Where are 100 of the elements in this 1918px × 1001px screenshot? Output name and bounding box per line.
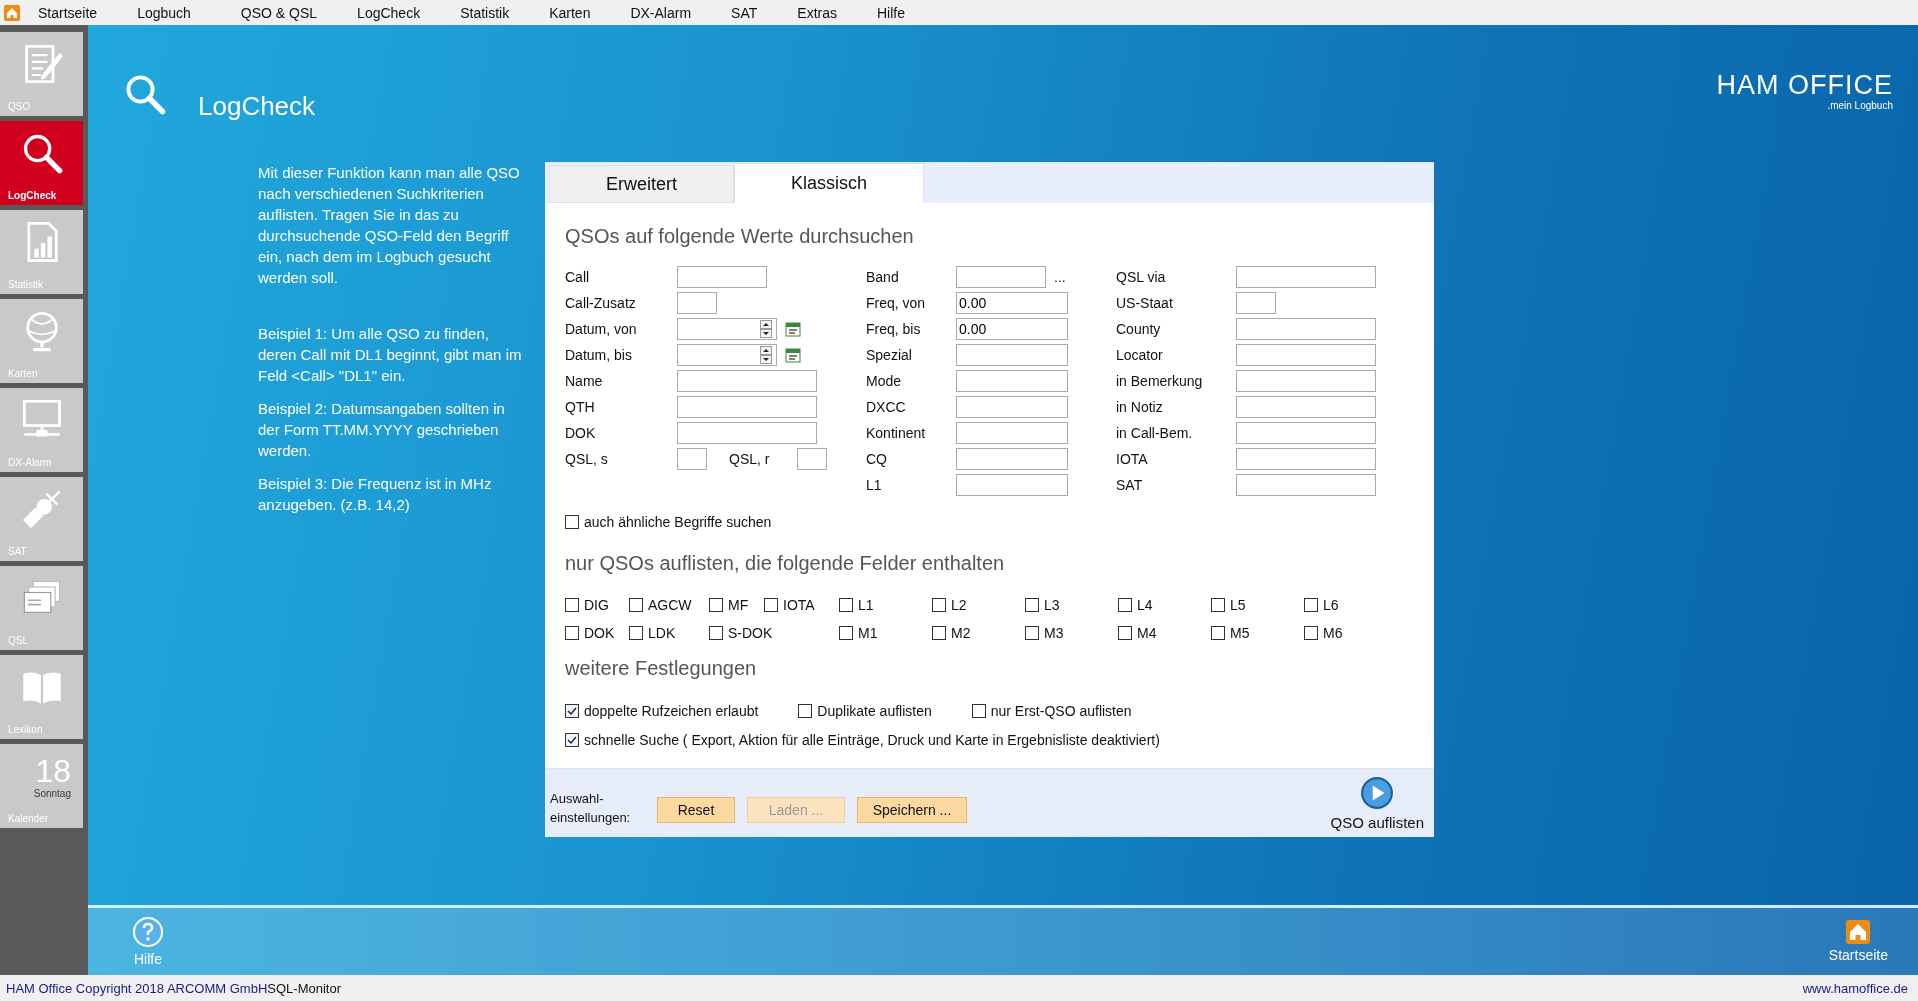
input-field[interactable] bbox=[956, 396, 1068, 418]
field-label: Kontinent bbox=[866, 425, 927, 441]
input-field[interactable] bbox=[1236, 318, 1376, 340]
checkbox[interactable] bbox=[565, 703, 579, 718]
field-label: in Notiz bbox=[1116, 399, 1164, 415]
action-button[interactable]: Reset bbox=[657, 797, 735, 823]
input-field[interactable] bbox=[1236, 396, 1376, 418]
checkbox-label: doppelte Rufzeichen erlaubt bbox=[584, 702, 759, 719]
checkbox[interactable] bbox=[629, 598, 643, 612]
date-field[interactable] bbox=[677, 318, 777, 340]
checkbox[interactable] bbox=[1025, 598, 1039, 612]
checkbox-label: IOTA bbox=[783, 597, 815, 613]
menu-item[interactable]: Logbuch bbox=[137, 4, 191, 21]
home-icon[interactable] bbox=[1846, 920, 1871, 944]
input-field[interactable] bbox=[1236, 292, 1276, 314]
input-field[interactable] bbox=[677, 396, 817, 418]
checkbox[interactable] bbox=[839, 598, 853, 612]
checkbox-label: L2 bbox=[951, 597, 967, 613]
checkbox[interactable] bbox=[798, 703, 813, 718]
field-label: Datum, von bbox=[565, 321, 638, 337]
checkbox-label: M4 bbox=[1137, 625, 1157, 641]
checkbox[interactable] bbox=[1025, 626, 1039, 640]
input-field[interactable] bbox=[1236, 422, 1376, 444]
field-label: CQ bbox=[866, 451, 888, 467]
date-field[interactable] bbox=[677, 344, 777, 366]
input-field[interactable] bbox=[1236, 266, 1376, 288]
checkbox[interactable] bbox=[971, 703, 986, 718]
input-field[interactable] bbox=[797, 448, 827, 470]
checkbox[interactable] bbox=[565, 515, 579, 529]
sidebar-tile[interactable]: LogCheck bbox=[0, 121, 83, 205]
checkbox[interactable] bbox=[1304, 626, 1318, 640]
menu-item[interactable]: Statistik bbox=[460, 4, 510, 21]
checkbox[interactable] bbox=[1211, 626, 1225, 640]
sql-monitor-text: SQL-Monitor bbox=[267, 980, 341, 996]
input-field[interactable] bbox=[677, 448, 707, 470]
spinner-icon[interactable] bbox=[760, 346, 772, 364]
input-field[interactable] bbox=[1236, 344, 1376, 366]
checkbox[interactable] bbox=[932, 626, 946, 640]
input-field[interactable] bbox=[956, 266, 1046, 288]
checkbox[interactable] bbox=[1304, 598, 1318, 612]
menu-item[interactable]: QSO & QSL bbox=[240, 4, 318, 21]
input-field[interactable] bbox=[956, 344, 1068, 366]
calendar-icon[interactable] bbox=[785, 321, 801, 337]
more-button[interactable]: ... bbox=[1054, 269, 1066, 285]
copyright-text: HAM Office Copyright 2018 ARCOMM GmbH bbox=[6, 980, 268, 996]
checkbox[interactable] bbox=[839, 626, 853, 640]
checkbox-label: S-DOK bbox=[728, 625, 773, 641]
checkbox-label: M1 bbox=[858, 625, 878, 641]
menu-item[interactable]: Karten bbox=[549, 4, 591, 21]
menu-item[interactable]: Extras bbox=[797, 4, 837, 21]
action-button[interactable]: Speichern ... bbox=[857, 797, 967, 823]
home-label[interactable]: Startseite bbox=[1828, 947, 1888, 963]
checkbox-label: Duplikate auflisten bbox=[817, 702, 932, 719]
checkbox[interactable] bbox=[565, 626, 579, 640]
input-field[interactable] bbox=[956, 474, 1068, 496]
input-field[interactable] bbox=[1236, 370, 1376, 392]
tab[interactable]: Erweitert bbox=[549, 165, 734, 203]
checkbox[interactable] bbox=[764, 598, 778, 612]
checkbox[interactable] bbox=[709, 598, 723, 612]
checkbox[interactable] bbox=[709, 626, 723, 640]
menu-item[interactable]: SAT bbox=[731, 4, 758, 21]
input-field[interactable] bbox=[677, 292, 717, 314]
section-heading: weitere Festlegungen bbox=[565, 657, 758, 680]
input-field[interactable]: 0.00 bbox=[956, 318, 1068, 340]
help-icon[interactable] bbox=[132, 916, 164, 948]
tab[interactable]: Klassisch bbox=[734, 163, 924, 203]
play-icon[interactable] bbox=[1360, 775, 1395, 810]
input-field[interactable] bbox=[677, 266, 767, 288]
menu-item[interactable]: LogCheck bbox=[357, 4, 421, 21]
page-title: LogCheck bbox=[198, 91, 316, 122]
checkbox-label: LDK bbox=[648, 625, 676, 641]
checkbox[interactable] bbox=[565, 598, 579, 612]
field-label: Call bbox=[565, 269, 591, 285]
spinner-icon[interactable] bbox=[760, 320, 772, 338]
menu-item[interactable]: Hilfe bbox=[877, 4, 905, 21]
input-field[interactable]: 0.00 bbox=[956, 292, 1068, 314]
input-field[interactable] bbox=[956, 422, 1068, 444]
checkbox[interactable] bbox=[1118, 598, 1132, 612]
home-icon[interactable] bbox=[4, 4, 20, 21]
input-field[interactable] bbox=[677, 422, 817, 444]
website-link[interactable]: www.hamoffice.de bbox=[1802, 980, 1908, 996]
input-field[interactable] bbox=[677, 370, 817, 392]
input-field[interactable] bbox=[956, 448, 1068, 470]
menu-item[interactable]: DX-Alarm bbox=[630, 4, 692, 21]
field-label: County bbox=[1116, 321, 1162, 337]
menu-item[interactable]: Startseite bbox=[38, 4, 98, 21]
checkbox[interactable] bbox=[565, 732, 579, 747]
calendar-icon[interactable] bbox=[785, 347, 801, 363]
checkbox[interactable] bbox=[1118, 626, 1132, 640]
input-field[interactable] bbox=[956, 370, 1068, 392]
input-field[interactable] bbox=[1236, 448, 1376, 470]
checkbox[interactable] bbox=[629, 626, 643, 640]
checkbox-label: L1 bbox=[858, 597, 874, 613]
list-qso-link[interactable]: QSO auflisten bbox=[1330, 813, 1424, 831]
input-field[interactable] bbox=[1236, 474, 1376, 496]
checkbox[interactable] bbox=[1211, 598, 1225, 612]
checkbox[interactable] bbox=[932, 598, 946, 612]
field-label: QTH bbox=[565, 399, 596, 415]
checkbox-label: AGCW bbox=[648, 597, 692, 613]
description-text: Beispiel 1: Um alle QSO zu finden, deren Call mit DL1 beginnt, gibt man im Feld <Call> "DL1" ein. bbox=[258, 324, 523, 386]
